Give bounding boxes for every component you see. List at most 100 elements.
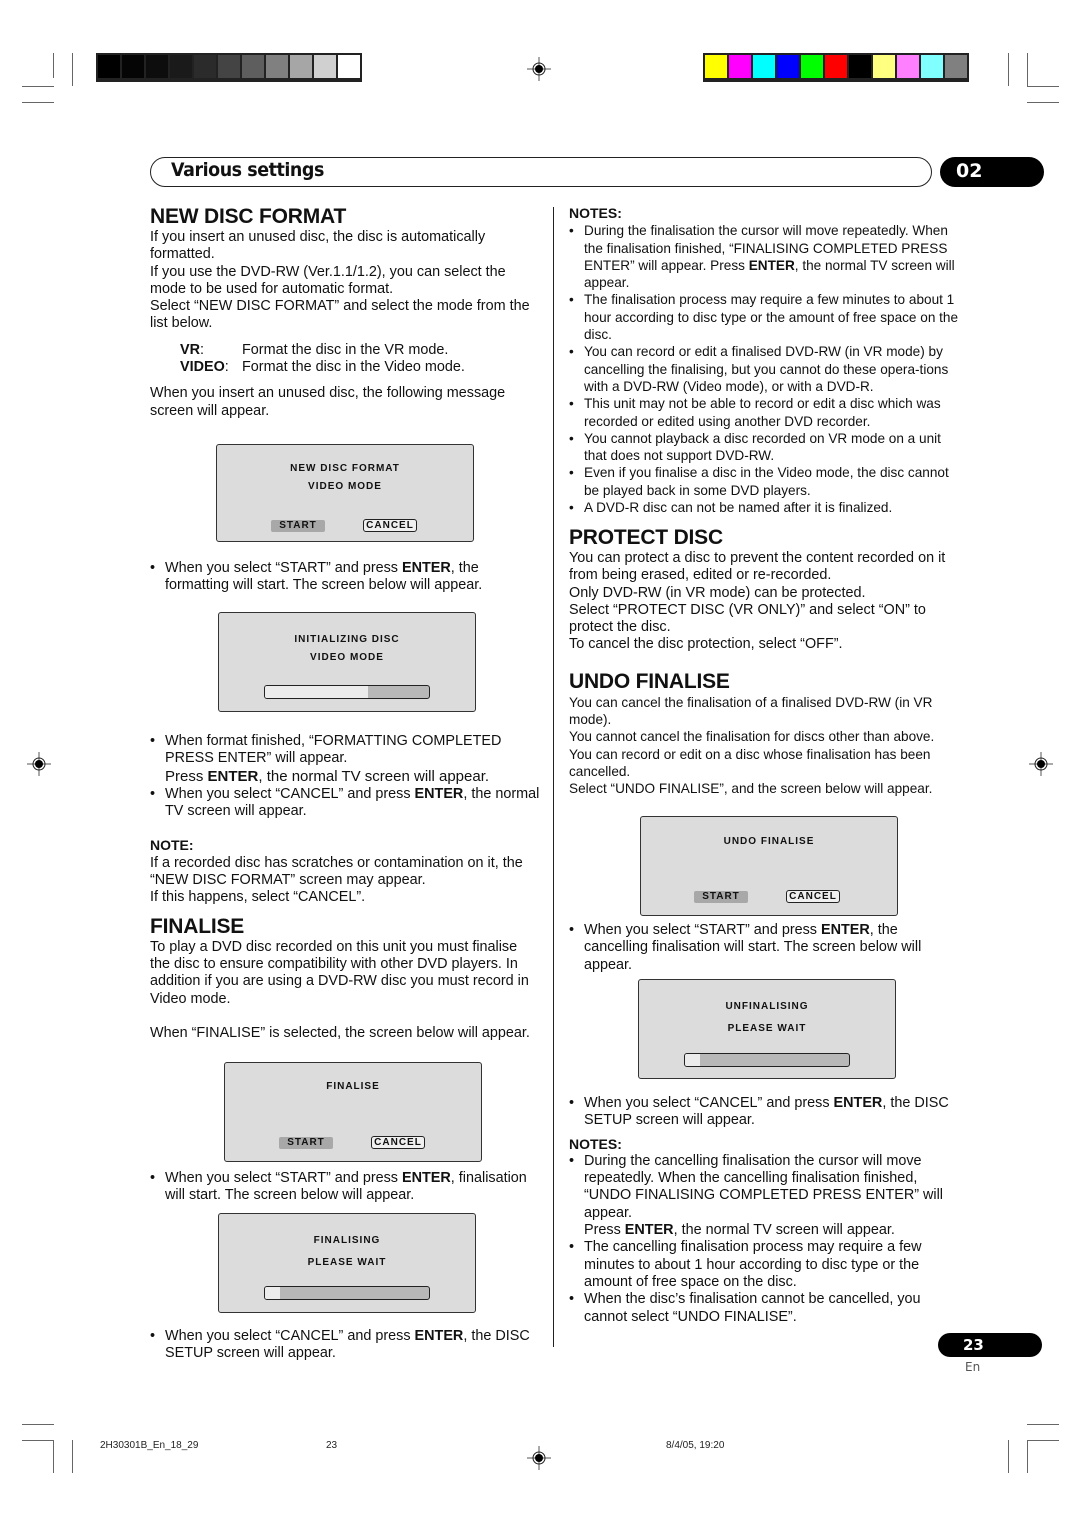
bullet-list: When you select “START” and press ENTER,… (150, 1170, 540, 1205)
grayscale-swatch (122, 55, 144, 78)
tv-screen-finalise: FINALISE START CANCEL (224, 1062, 482, 1162)
note-item: The cancelling finalisation process may … (569, 1239, 964, 1291)
bullet-list: When you select “CANCEL” and press ENTER… (150, 1328, 540, 1363)
start-button[interactable]: START (279, 1137, 333, 1149)
screen-title: FINALISING (313, 1235, 381, 1246)
color-swatch (873, 55, 895, 78)
grayscale-swatch (146, 55, 168, 78)
color-swatch (753, 55, 775, 78)
tv-screen-new-disc-format: NEW DISC FORMAT VIDEO MODE START CANCEL (216, 444, 474, 542)
note-item: When the disc’s finalisation cannot be c… (569, 1291, 964, 1326)
cancel-button[interactable]: CANCEL (363, 519, 417, 532)
paragraph: To cancel the disc protection, select “O… (569, 636, 843, 653)
bullet-list: When you select “START” and press ENTER,… (569, 922, 964, 974)
color-swatch (921, 55, 943, 78)
column-divider (553, 207, 554, 1347)
note-item: The finalisation process may require a f… (569, 291, 964, 343)
grayscale-swatch (290, 55, 312, 78)
color-swatch (801, 55, 823, 78)
notes-heading: NOTES: (569, 205, 622, 221)
grayscale-swatch (242, 55, 264, 78)
tv-screen-finalising: FINALISING PLEASE WAIT (218, 1213, 476, 1313)
tv-screen-initializing: INITIALIZING DISC VIDEO MODE (218, 612, 476, 712)
color-swatch (729, 55, 751, 78)
progress-bar (264, 685, 430, 699)
progress-fill (265, 686, 369, 698)
footer-page: 23 (326, 1440, 338, 1451)
note-text: If this happens, select “CANCEL”. (150, 889, 366, 906)
registration-mark-icon (27, 752, 51, 776)
screen-subtitle: PLEASE WAIT (307, 1257, 387, 1268)
bullet-item: When you select “START” and press ENTER,… (150, 1170, 540, 1205)
paragraph: If you use the DVD-RW (Ver.1.1/1.2), you… (150, 263, 506, 297)
bullet-item: When you select “START” and press ENTER,… (569, 922, 964, 974)
grayscale-bar (96, 53, 362, 82)
registration-mark-icon (1029, 752, 1053, 776)
note-item: You can record or edit a finalised DVD-R… (569, 343, 964, 395)
note-item: During the finalisation the cursor will … (569, 222, 964, 291)
registration-mark-icon (527, 57, 551, 81)
notes-heading: NOTES: (569, 1135, 622, 1152)
new-disc-format-heading: NEW DISC FORMAT (150, 205, 347, 228)
start-button[interactable]: START (694, 891, 748, 903)
chapter-badge: 02 (940, 157, 1044, 187)
section-header: Various settings (150, 157, 932, 187)
progress-bar (264, 1286, 430, 1300)
protect-disc-heading: PROTECT DISC (569, 526, 723, 549)
screen-title: INITIALIZING DISC (294, 634, 400, 645)
mode-item: VR: Format the disc in the VR mode. (180, 341, 449, 358)
note-item: A DVD-R disc can not be named after it i… (569, 499, 964, 517)
grayscale-swatch (266, 55, 288, 78)
start-button[interactable]: START (271, 520, 325, 532)
notes-list: During the finalisation the cursor will … (569, 222, 964, 516)
left-lower-text: When format finished, “FORMATTING COMPLE… (150, 733, 540, 1042)
paragraph: You can record or edit on a disc whose f… (569, 746, 931, 779)
left-column: NEW DISC FORMAT If you insert an unused … (150, 205, 540, 420)
grayscale-swatch (314, 55, 336, 78)
mode-list: VR: Format the disc in the VR mode. VIDEO… (180, 342, 540, 377)
screen-subtitle: VIDEO MODE (308, 481, 382, 492)
progress-fill (685, 1054, 700, 1066)
bullet-item: When you select “CANCEL” and press ENTER… (150, 786, 540, 821)
color-swatch (825, 55, 847, 78)
grayscale-swatch (218, 55, 240, 78)
screen-title: NEW DISC FORMAT (290, 463, 400, 474)
cancel-button[interactable]: CANCEL (371, 1136, 425, 1149)
color-swatch (945, 55, 967, 78)
paragraph: To play a DVD disc recorded on this unit… (150, 938, 529, 1007)
grayscale-swatch (98, 55, 120, 78)
note-heading: NOTE: (150, 837, 194, 854)
paragraph: You cannot cancel the finalisation for d… (569, 729, 935, 745)
bullet-item: When format finished, “FORMATTING COMPLE… (150, 733, 540, 786)
page-number: 23 (963, 1336, 984, 1354)
chapter-number: 02 (956, 160, 983, 182)
bullet-list: When you select “START” and press ENTER,… (150, 560, 540, 595)
paragraph: If you insert an unused disc, the disc i… (150, 229, 486, 263)
grayscale-swatch (338, 55, 360, 78)
color-swatch (777, 55, 799, 78)
language-code: En (965, 1360, 981, 1374)
color-swatch (705, 55, 727, 78)
undo-finalise-heading: UNDO FINALISE (569, 669, 730, 693)
section-title: Various settings (171, 159, 324, 181)
undo-finalise-notes: When you select “CANCEL” and press ENTER… (569, 1095, 964, 1326)
cancel-button[interactable]: CANCEL (786, 890, 840, 903)
color-swatch (849, 55, 871, 78)
screen-title: UNDO FINALISE (723, 836, 815, 847)
note-item: You cannot playback a disc recorded on V… (569, 430, 964, 465)
note-item: During the cancelling finalisation the c… (569, 1153, 964, 1239)
registration-mark-icon (527, 1446, 551, 1470)
mode-item: VIDEO: Format the disc in the Video mode. (180, 359, 465, 376)
grayscale-swatch (170, 55, 192, 78)
screen-title: UNFINALISING (725, 1001, 809, 1012)
tv-screen-unfinalising: UNFINALISING PLEASE WAIT (638, 979, 896, 1079)
tv-screen-undo-finalise: UNDO FINALISE START CANCEL (640, 816, 898, 916)
protect-undo-section: PROTECT DISC You can protect a disc to p… (569, 526, 964, 798)
page-number-badge: 23 (938, 1333, 1042, 1357)
paragraph: Select “PROTECT DISC (VR ONLY)” and sele… (569, 601, 926, 636)
grayscale-swatch (194, 55, 216, 78)
footer-filename: 2H30301B_En_18_29 (100, 1440, 199, 1451)
screen-subtitle: PLEASE WAIT (727, 1023, 807, 1034)
screen-subtitle: VIDEO MODE (310, 652, 384, 663)
paragraph: Only DVD-RW (in VR mode) can be protecte… (569, 584, 866, 601)
